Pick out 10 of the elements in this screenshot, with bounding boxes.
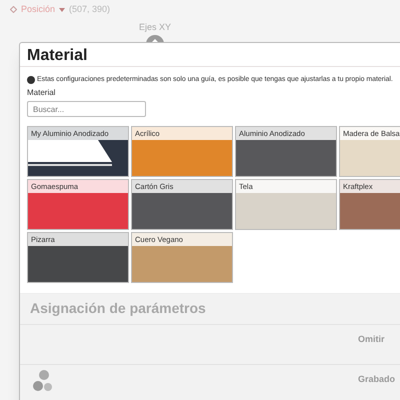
field-label: Material	[27, 88, 56, 98]
people-icon	[32, 369, 54, 393]
search-field[interactable]: Buscar...	[27, 101, 146, 117]
axes-label: Ejes XY	[138, 20, 171, 34]
diamond-icon	[10, 6, 17, 14]
dialog-title: Material	[27, 47, 88, 64]
position-value: (507, 390)	[69, 3, 110, 16]
info-icon	[27, 76, 35, 84]
caret-icon[interactable]	[59, 8, 66, 12]
section-title: Asignación de parámetros	[30, 300, 206, 316]
